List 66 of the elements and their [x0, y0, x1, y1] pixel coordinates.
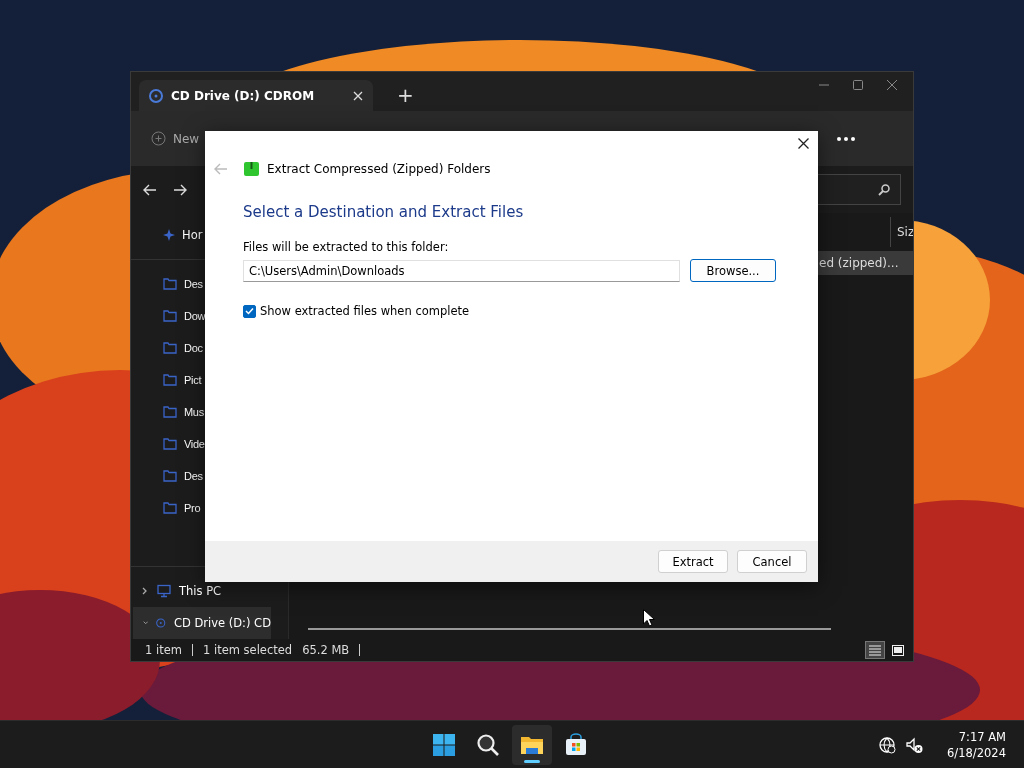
star-icon [163, 229, 175, 241]
disc-icon [156, 616, 166, 630]
column-header[interactable]: Siz [890, 217, 913, 247]
item-count: 1 item [145, 643, 182, 657]
forward-arrow-icon[interactable] [173, 183, 187, 196]
new-tab-button[interactable]: + [393, 83, 418, 107]
new-button[interactable]: New [173, 131, 200, 146]
dialog-heading: Select a Destination and Extract Files [243, 203, 525, 221]
more-icon[interactable] [837, 136, 855, 141]
plus-circle-icon[interactable] [151, 131, 166, 146]
clock-time[interactable]: 7:17 AM [958, 729, 1006, 745]
cancel-button[interactable]: Cancel [737, 550, 807, 573]
maximize-icon[interactable] [853, 80, 863, 90]
folder-icon [163, 309, 177, 323]
folder-icon [163, 341, 177, 355]
folder-icon [163, 405, 177, 419]
details-view-button[interactable] [865, 641, 885, 659]
path-field[interactable]: C:\Users\Admin\Downloads [243, 259, 680, 282]
monitor-icon [157, 584, 171, 598]
back-arrow-icon[interactable] [143, 183, 157, 196]
running-indicator [524, 760, 540, 763]
search-icon [476, 733, 500, 757]
sidebar-item[interactable]: CD Drive (D:) CD [133, 607, 271, 639]
sidebar-item[interactable]: Doc [184, 342, 203, 354]
check-icon [245, 307, 254, 315]
selection-info: 1 item selected [202, 643, 293, 657]
file-row[interactable]: ed (zipped)... [817, 251, 913, 275]
sidebar-item[interactable]: Des [184, 278, 203, 290]
sidebar-item[interactable]: Hor [182, 228, 203, 242]
windows-logo-icon [432, 733, 456, 757]
folder-icon [163, 437, 177, 451]
sidebar-item[interactable]: Vide [184, 438, 205, 450]
chevron-down-icon [143, 619, 149, 627]
folder-icon [163, 501, 177, 515]
clock-date[interactable]: 6/18/2024 [947, 745, 1006, 761]
search-field[interactable] [817, 174, 901, 205]
folder-icon [163, 373, 177, 387]
taskbar-button[interactable] [512, 725, 552, 765]
checkbox-label: Show extracted files when complete [260, 304, 470, 318]
browse-button[interactable]: Browse... [690, 259, 776, 282]
field-label: Files will be extracted to this folder: [243, 240, 450, 254]
chevron-right-icon [141, 587, 149, 595]
globe-icon[interactable] [879, 736, 897, 754]
dialog-title: Extract Compressed (Zipped) Folders [267, 161, 491, 176]
mouse-pointer-icon [643, 609, 655, 627]
checkbox[interactable] [243, 304, 256, 318]
extract-button[interactable]: Extract [658, 550, 728, 573]
close-icon[interactable] [798, 138, 809, 149]
search-icon [878, 183, 890, 196]
sidebar-item[interactable]: Pro [184, 502, 201, 514]
sidebar-item[interactable]: Mus [184, 406, 204, 418]
sidebar-item[interactable]: Dow [184, 310, 206, 322]
disc-icon [149, 88, 163, 103]
speaker-muted-icon[interactable] [906, 736, 924, 754]
zip-folder-icon [244, 161, 259, 176]
window-tab[interactable]: CD Drive (D:) CDROM [139, 80, 373, 111]
folder-icon [163, 277, 177, 291]
sidebar-item[interactable]: This PC [131, 575, 259, 607]
selection-size: 65.2 MB [302, 643, 350, 657]
tile-icon [892, 644, 904, 656]
scroll-bar[interactable] [308, 628, 831, 630]
folder-icon [163, 469, 177, 483]
sidebar-item[interactable]: Pict [184, 374, 202, 386]
shopping-bag-icon [564, 733, 588, 757]
sidebar-item[interactable]: Des [184, 470, 203, 482]
list-icon [869, 644, 881, 656]
